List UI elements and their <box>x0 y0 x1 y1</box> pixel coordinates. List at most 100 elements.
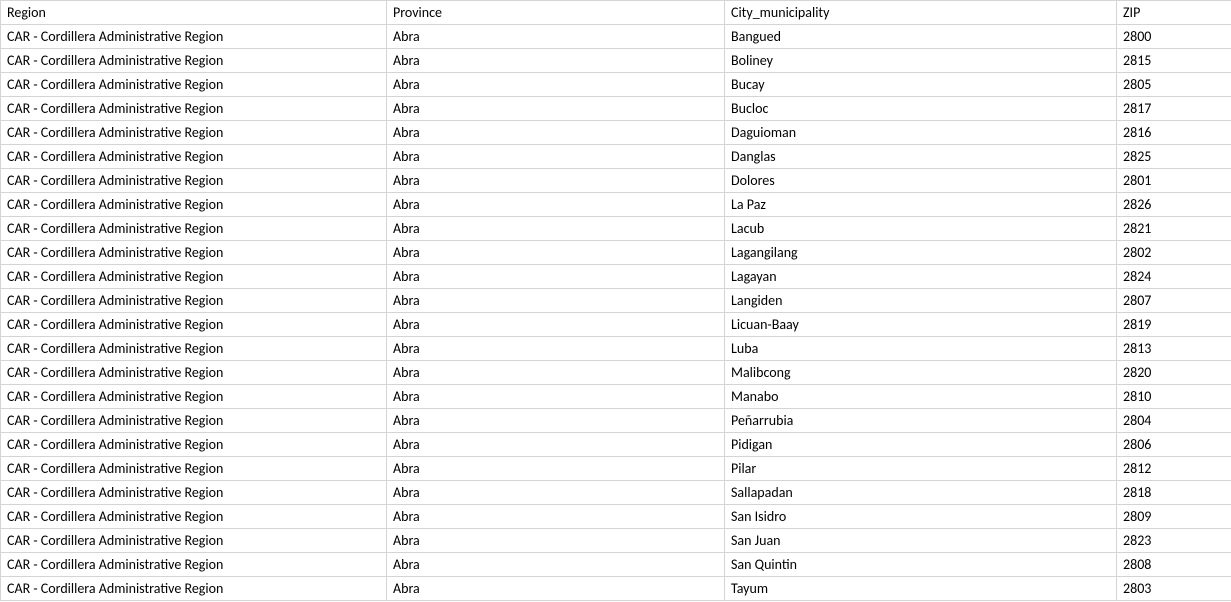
cell-city[interactable]: San Isidro <box>725 505 1117 529</box>
cell-city[interactable]: Pilar <box>725 457 1117 481</box>
cell-province[interactable]: Abra <box>387 49 725 73</box>
cell-region[interactable]: CAR - Cordillera Administrative Region <box>1 337 387 361</box>
cell-zip[interactable]: 2825 <box>1117 145 1231 169</box>
cell-province[interactable]: Abra <box>387 289 725 313</box>
cell-zip[interactable]: 2804 <box>1117 409 1231 433</box>
cell-province[interactable]: Abra <box>387 73 725 97</box>
cell-province[interactable]: Abra <box>387 25 725 49</box>
cell-zip[interactable]: 2823 <box>1117 529 1231 553</box>
cell-province[interactable]: Abra <box>387 145 725 169</box>
cell-city[interactable]: San Quintin <box>725 553 1117 577</box>
cell-zip[interactable]: 2808 <box>1117 553 1231 577</box>
cell-province[interactable]: Abra <box>387 121 725 145</box>
cell-region[interactable]: CAR - Cordillera Administrative Region <box>1 529 387 553</box>
cell-city[interactable]: Licuan-Baay <box>725 313 1117 337</box>
header-city[interactable]: City_municipality <box>725 1 1117 25</box>
cell-province[interactable]: Abra <box>387 265 725 289</box>
cell-zip[interactable]: 2812 <box>1117 457 1231 481</box>
cell-province[interactable]: Abra <box>387 433 725 457</box>
cell-city[interactable]: San Juan <box>725 529 1117 553</box>
cell-region[interactable]: CAR - Cordillera Administrative Region <box>1 457 387 481</box>
cell-city[interactable]: Malibcong <box>725 361 1117 385</box>
cell-region[interactable]: CAR - Cordillera Administrative Region <box>1 49 387 73</box>
cell-city[interactable]: Pidigan <box>725 433 1117 457</box>
cell-zip[interactable]: 2818 <box>1117 481 1231 505</box>
cell-region[interactable]: CAR - Cordillera Administrative Region <box>1 169 387 193</box>
cell-province[interactable]: Abra <box>387 481 725 505</box>
cell-region[interactable]: CAR - Cordillera Administrative Region <box>1 577 387 601</box>
cell-region[interactable]: CAR - Cordillera Administrative Region <box>1 25 387 49</box>
cell-zip[interactable]: 2820 <box>1117 361 1231 385</box>
cell-city[interactable]: Daguioman <box>725 121 1117 145</box>
cell-city[interactable]: Boliney <box>725 49 1117 73</box>
cell-zip[interactable]: 2809 <box>1117 505 1231 529</box>
cell-province[interactable]: Abra <box>387 217 725 241</box>
cell-region[interactable]: CAR - Cordillera Administrative Region <box>1 313 387 337</box>
cell-city[interactable]: La Paz <box>725 193 1117 217</box>
cell-city[interactable]: Lagangilang <box>725 241 1117 265</box>
cell-region[interactable]: CAR - Cordillera Administrative Region <box>1 265 387 289</box>
cell-zip[interactable]: 2810 <box>1117 385 1231 409</box>
cell-city[interactable]: Lagayan <box>725 265 1117 289</box>
cell-region[interactable]: CAR - Cordillera Administrative Region <box>1 433 387 457</box>
cell-city[interactable]: Dolores <box>725 169 1117 193</box>
cell-zip[interactable]: 2819 <box>1117 313 1231 337</box>
cell-region[interactable]: CAR - Cordillera Administrative Region <box>1 121 387 145</box>
cell-region[interactable]: CAR - Cordillera Administrative Region <box>1 217 387 241</box>
cell-region[interactable]: CAR - Cordillera Administrative Region <box>1 553 387 577</box>
cell-zip[interactable]: 2821 <box>1117 217 1231 241</box>
cell-province[interactable]: Abra <box>387 409 725 433</box>
cell-city[interactable]: Peñarrubia <box>725 409 1117 433</box>
cell-province[interactable]: Abra <box>387 97 725 121</box>
cell-city[interactable]: Bucloc <box>725 97 1117 121</box>
cell-zip[interactable]: 2806 <box>1117 433 1231 457</box>
cell-zip[interactable]: 2815 <box>1117 49 1231 73</box>
cell-city[interactable]: Danglas <box>725 145 1117 169</box>
cell-zip[interactable]: 2801 <box>1117 169 1231 193</box>
cell-region[interactable]: CAR - Cordillera Administrative Region <box>1 409 387 433</box>
cell-city[interactable]: Tayum <box>725 577 1117 601</box>
cell-province[interactable]: Abra <box>387 385 725 409</box>
cell-province[interactable]: Abra <box>387 505 725 529</box>
cell-zip[interactable]: 2816 <box>1117 121 1231 145</box>
header-region[interactable]: Region <box>1 1 387 25</box>
cell-region[interactable]: CAR - Cordillera Administrative Region <box>1 361 387 385</box>
cell-region[interactable]: CAR - Cordillera Administrative Region <box>1 385 387 409</box>
cell-city[interactable]: Manabo <box>725 385 1117 409</box>
cell-province[interactable]: Abra <box>387 241 725 265</box>
cell-zip[interactable]: 2817 <box>1117 97 1231 121</box>
cell-region[interactable]: CAR - Cordillera Administrative Region <box>1 145 387 169</box>
cell-zip[interactable]: 2807 <box>1117 289 1231 313</box>
cell-zip[interactable]: 2800 <box>1117 25 1231 49</box>
cell-city[interactable]: Bangued <box>725 25 1117 49</box>
cell-province[interactable]: Abra <box>387 193 725 217</box>
cell-region[interactable]: CAR - Cordillera Administrative Region <box>1 97 387 121</box>
cell-province[interactable]: Abra <box>387 337 725 361</box>
cell-province[interactable]: Abra <box>387 553 725 577</box>
cell-zip[interactable]: 2824 <box>1117 265 1231 289</box>
cell-zip[interactable]: 2805 <box>1117 73 1231 97</box>
cell-region[interactable]: CAR - Cordillera Administrative Region <box>1 505 387 529</box>
header-zip[interactable]: ZIP <box>1117 1 1231 25</box>
cell-province[interactable]: Abra <box>387 577 725 601</box>
cell-city[interactable]: Bucay <box>725 73 1117 97</box>
cell-province[interactable]: Abra <box>387 529 725 553</box>
cell-zip[interactable]: 2826 <box>1117 193 1231 217</box>
cell-province[interactable]: Abra <box>387 457 725 481</box>
cell-province[interactable]: Abra <box>387 361 725 385</box>
cell-region[interactable]: CAR - Cordillera Administrative Region <box>1 481 387 505</box>
cell-city[interactable]: Luba <box>725 337 1117 361</box>
cell-region[interactable]: CAR - Cordillera Administrative Region <box>1 73 387 97</box>
cell-region[interactable]: CAR - Cordillera Administrative Region <box>1 241 387 265</box>
cell-province[interactable]: Abra <box>387 313 725 337</box>
cell-city[interactable]: Sallapadan <box>725 481 1117 505</box>
cell-province[interactable]: Abra <box>387 169 725 193</box>
header-province[interactable]: Province <box>387 1 725 25</box>
cell-zip[interactable]: 2802 <box>1117 241 1231 265</box>
cell-region[interactable]: CAR - Cordillera Administrative Region <box>1 289 387 313</box>
cell-zip[interactable]: 2803 <box>1117 577 1231 601</box>
cell-city[interactable]: Langiden <box>725 289 1117 313</box>
cell-zip[interactable]: 2813 <box>1117 337 1231 361</box>
cell-city[interactable]: Lacub <box>725 217 1117 241</box>
cell-region[interactable]: CAR - Cordillera Administrative Region <box>1 193 387 217</box>
